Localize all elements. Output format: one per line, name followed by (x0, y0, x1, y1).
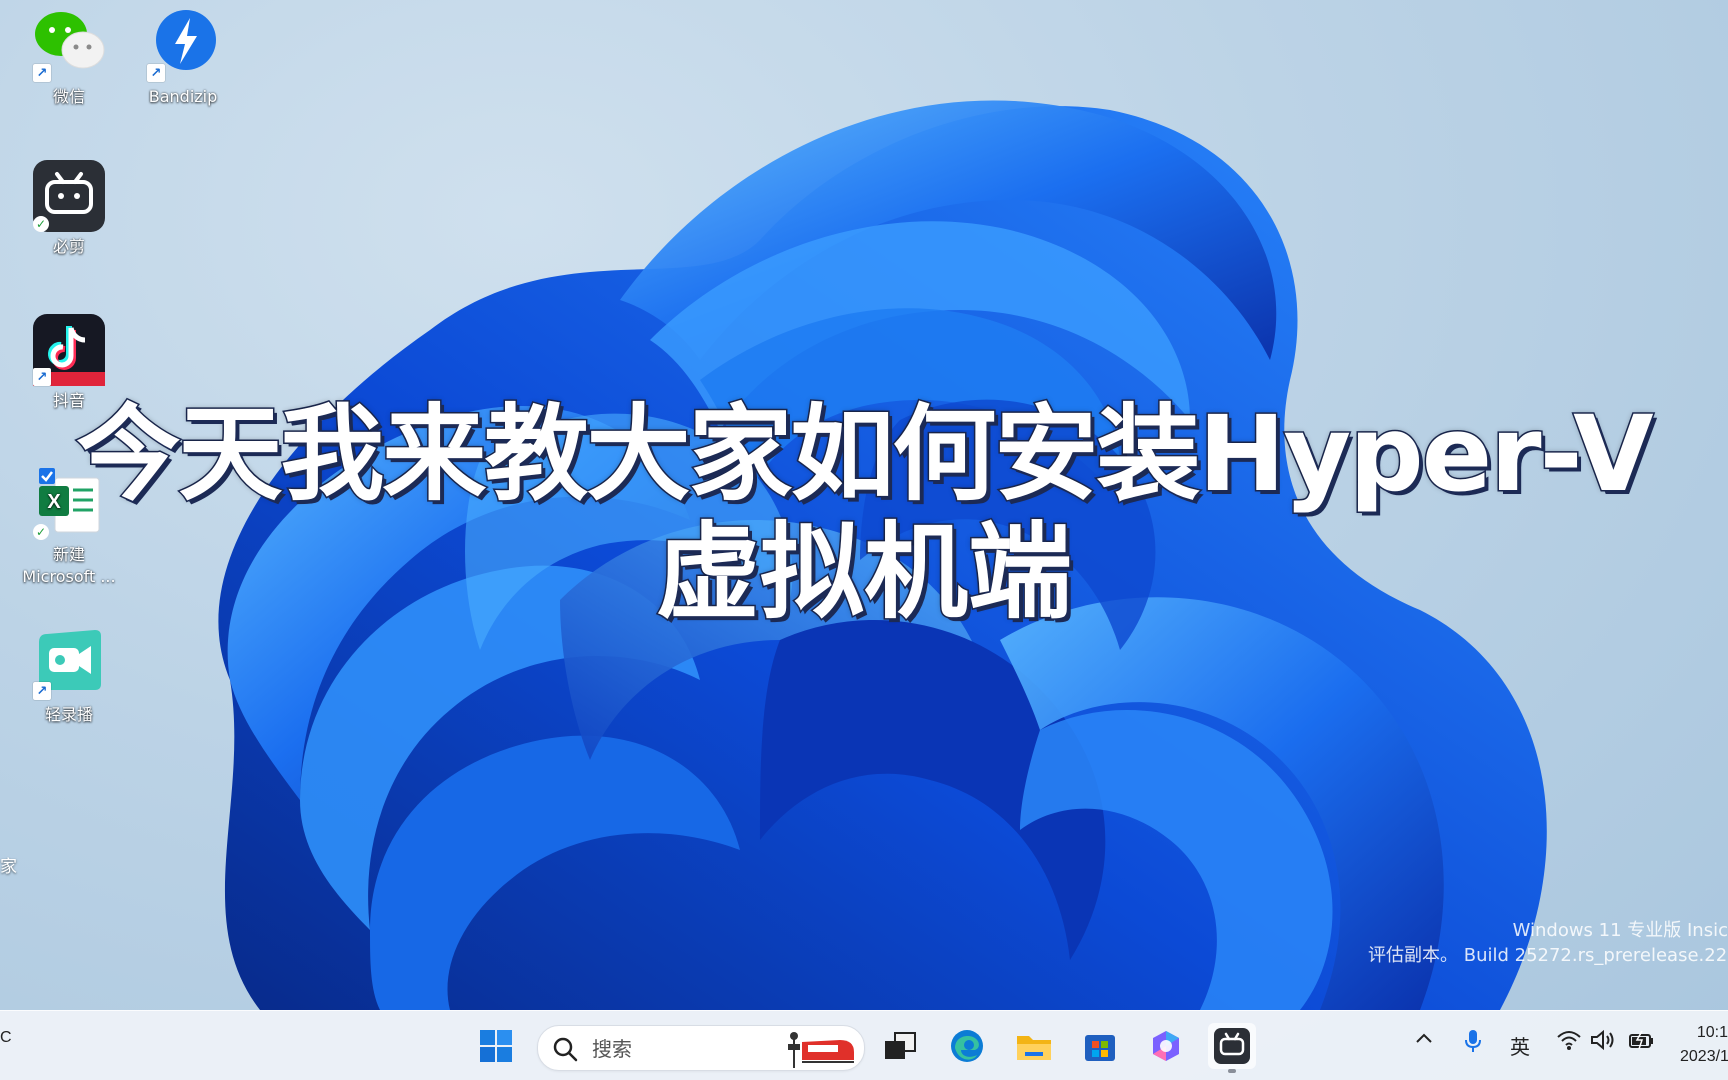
clock-time: 10:1 (1696, 1024, 1728, 1041)
clock-date: 2023/1 (1680, 1048, 1728, 1065)
shortcut-arrow-icon: ↗ (33, 682, 51, 700)
copilot-icon (1153, 1031, 1179, 1061)
video-caption: 今天我来教大家如何安装Hyper-V 虚拟机端 (0, 393, 1728, 633)
wifi-icon[interactable] (1556, 1029, 1582, 1057)
battery-icon[interactable] (1628, 1029, 1656, 1057)
desktop-icon-qingluobo[interactable]: ↗ 轻录播 (14, 628, 124, 726)
volume-icon[interactable] (1590, 1029, 1616, 1057)
search-icon (553, 1037, 578, 1062)
caption-line-2: 虚拟机端 (654, 511, 1073, 633)
qingluobo-icon: ↗ (33, 628, 105, 700)
bijian-icon: ✓ (33, 160, 105, 232)
desktop-icon-bandizip[interactable]: ↗ Bandizip (128, 10, 238, 108)
task-view-button[interactable] (876, 1023, 924, 1069)
search-input[interactable] (590, 1035, 744, 1063)
search-highlight-train-icon[interactable] (778, 1028, 858, 1068)
bijian-taskbar-button[interactable] (1208, 1023, 1256, 1073)
store-icon (1085, 1035, 1115, 1061)
taskbar: C 搜索 英 10:1 2023/1 (0, 1010, 1728, 1080)
input-language-indicator[interactable]: 英 (1510, 1031, 1530, 1060)
bijian-icon (1214, 1028, 1250, 1064)
sync-check-icon: ✓ (33, 216, 49, 232)
douyin-icon: ↗ (33, 314, 105, 386)
caption-line-1: 今天我来教大家如何安装Hyper-V (75, 393, 1655, 515)
task-view-icon (885, 1032, 916, 1059)
shortcut-arrow-icon: ↗ (147, 64, 165, 82)
store-button[interactable] (1076, 1023, 1124, 1069)
watermark-line-1: Windows 11 专业版 Insic (1512, 920, 1728, 941)
desktop-icon-bijian[interactable]: ✓ 必剪 (14, 160, 124, 258)
edge-button[interactable] (943, 1023, 991, 1069)
shortcut-arrow-icon: ↗ (33, 64, 51, 82)
windows-evaluation-watermark: Windows 11 专业版 Insic 评估副本。 Build 25272.r… (1368, 918, 1728, 968)
wechat-icon: ↗ (33, 10, 105, 82)
file-explorer-button[interactable] (1010, 1023, 1058, 1069)
desktop-icon-label: 必剪 (52, 237, 85, 256)
desktop-icon-label: 微信 (52, 87, 85, 106)
microphone-icon[interactable] (1464, 1029, 1482, 1059)
taskbar-clock[interactable]: 10:1 2023/1 (1680, 1021, 1728, 1069)
start-button[interactable] (472, 1023, 520, 1069)
taskbar-search[interactable] (537, 1025, 865, 1071)
desktop-icon-wechat[interactable]: ↗ 微信 (14, 10, 124, 108)
desktop-icon-label: Bandizip (148, 87, 218, 106)
desktop-icon-label: 轻录播 (44, 705, 93, 724)
bandizip-icon: ↗ (147, 10, 219, 82)
shortcut-arrow-icon: ↗ (33, 368, 51, 386)
clipped-taskbar-text: C (0, 1029, 12, 1046)
chevron-up-icon[interactable] (1414, 1029, 1434, 1055)
file-explorer-icon (1017, 1036, 1051, 1060)
clipped-desktop-label: 家 (0, 857, 17, 877)
edge-icon (951, 1030, 983, 1062)
desktop: ↗ 微信 ↗ Bandizip ✓ 必剪 ↗ 抖音 X ✓ 新建 Microso… (0, 0, 1728, 1080)
start-icon (480, 1030, 512, 1062)
copilot-button[interactable] (1142, 1023, 1190, 1069)
watermark-line-2: 评估副本。 Build 25272.rs_prerelease.221 (1368, 945, 1728, 966)
